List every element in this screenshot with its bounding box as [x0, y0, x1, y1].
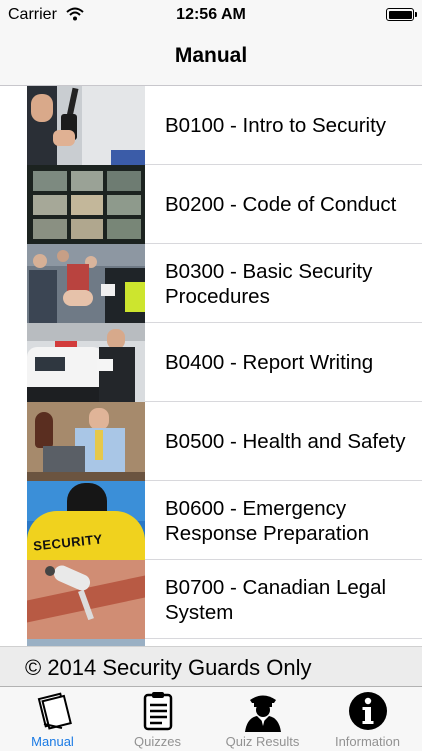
list-item-b0300[interactable]: B0300 - Basic Security Procedures [0, 244, 422, 323]
next-thumbnail [27, 639, 145, 646]
copyright-text: © 2014 Security Guards Only [25, 655, 312, 680]
office-worker-thumbnail [27, 402, 145, 481]
crowd-thumbnail [27, 244, 145, 323]
status-bar: Carrier 12:56 AM [0, 0, 422, 30]
list-item-b0600[interactable]: SECURITY B0600 - Emergency Response Prep… [0, 481, 422, 560]
tab-label: Manual [31, 734, 74, 749]
list-item-b0400[interactable]: B0400 - Report Writing [0, 323, 422, 402]
security-jacket-thumbnail: SECURITY [27, 481, 145, 560]
list-item-label: B0100 - Intro to Security [165, 114, 387, 137]
list-item-b0200[interactable]: B0200 - Code of Conduct [0, 165, 422, 244]
tab-bar: Manual Quizzes Quiz Results Information [0, 686, 422, 751]
nav-bar: Manual [0, 30, 422, 86]
list-item-label: B0400 - Report Writing [165, 351, 374, 374]
info-icon [315, 690, 420, 732]
clock: 12:56 AM [176, 6, 246, 23]
quiz-icon [105, 690, 210, 732]
list-item-b0100[interactable]: B0100 - Intro to Security [0, 86, 422, 165]
tab-label: Information [334, 734, 401, 749]
page-title: Manual [174, 44, 248, 67]
tab-quiz-results[interactable]: Quiz Results [210, 687, 315, 751]
list-item-label: B0300 - Basic Security Procedures [165, 259, 373, 308]
list-item-b0700[interactable]: B0700 - Canadian Legal System [0, 560, 422, 639]
list-item-label: B0500 - Health and Safety [165, 430, 406, 453]
tab-label: Quizzes [134, 734, 181, 749]
list-item-label: B0600 - Emergency Response Preparation [165, 496, 369, 545]
tab-label: Quiz Results [225, 734, 300, 749]
tab-manual[interactable]: Manual [0, 687, 105, 751]
manual-icon [0, 690, 105, 732]
list-item-label: B0700 - Canadian Legal System [165, 575, 387, 624]
security-radio-thumbnail [27, 86, 145, 165]
tab-information[interactable]: Information [315, 687, 420, 751]
copyright-footer: © 2014 Security Guards Only [0, 646, 422, 687]
list-item-label: B0200 - Code of Conduct [165, 193, 397, 216]
manual-list[interactable]: B0100 - Intro to Security B0200 - Code o… [0, 86, 422, 646]
guard-icon [210, 690, 315, 732]
tab-quizzes[interactable]: Quizzes [105, 687, 210, 751]
list-item-b0500[interactable]: B0500 - Health and Safety [0, 402, 422, 481]
cctv-monitors-thumbnail [27, 165, 145, 244]
battery-icon [386, 8, 417, 21]
cctv-camera-thumbnail [27, 560, 145, 639]
list-item-next[interactable] [0, 639, 422, 646]
officer-report-thumbnail [27, 323, 145, 402]
